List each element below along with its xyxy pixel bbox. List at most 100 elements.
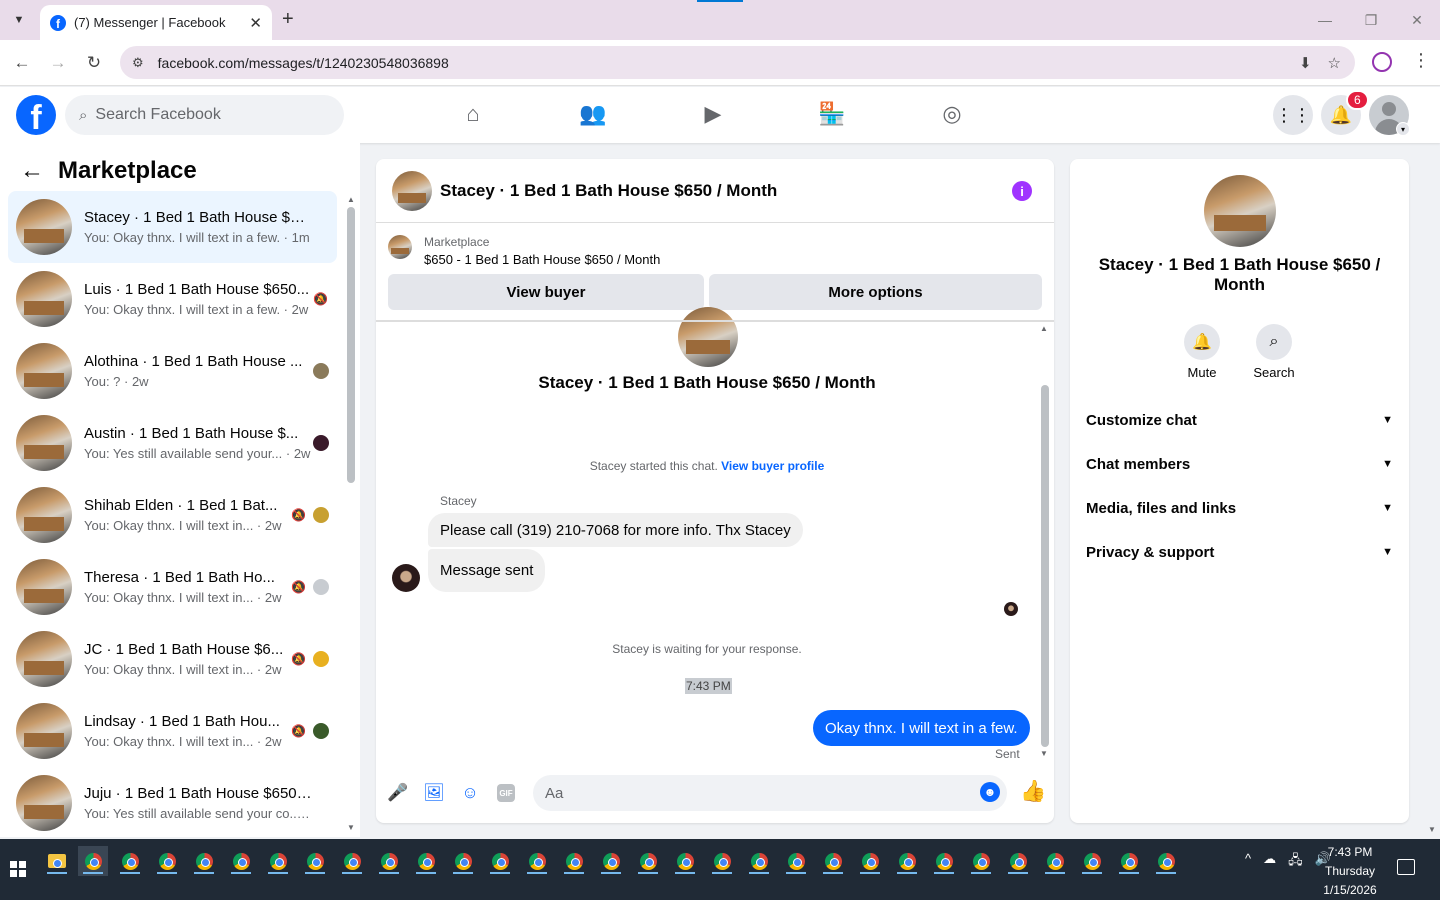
conversation-item[interactable]: Luis · 1 Bed 1 Bath House $650... You: O…	[8, 263, 337, 335]
bookmark-star-icon[interactable]: ☆	[1328, 54, 1341, 72]
chrome-icon[interactable]	[818, 846, 848, 876]
video-icon[interactable]: ▶	[698, 99, 728, 129]
account-chevron-icon[interactable]: ▾	[1396, 122, 1410, 136]
gif-icon[interactable]: GIF	[497, 784, 515, 802]
conversation-item[interactable]: Lindsay · 1 Bed 1 Bath Hou... You: Okay …	[8, 695, 337, 767]
sender-avatar[interactable]	[392, 564, 420, 592]
chrome-icon[interactable]	[337, 846, 367, 876]
tab-search-chevron-icon[interactable]: ▼	[8, 9, 30, 31]
onedrive-cloud-icon[interactable]: ☁	[1263, 851, 1276, 873]
photo-icon[interactable]: 🖼	[423, 782, 445, 804]
chrome-icon[interactable]	[1151, 846, 1181, 876]
back-arrow-icon[interactable]: ←	[20, 157, 44, 185]
conversation-item[interactable]: Juju · 1 Bed 1 Bath House $650 / ... You…	[8, 767, 337, 839]
emoji-icon[interactable]: ☻	[980, 782, 1000, 802]
chrome-icon[interactable]	[189, 846, 219, 876]
chrome-icon[interactable]	[1114, 846, 1144, 876]
chrome-icon[interactable]	[522, 846, 552, 876]
customize-chat-row[interactable]: Customize chat ▼	[1086, 398, 1393, 442]
conversation-item[interactable]: Austin · 1 Bed 1 Bath House $... You: Ye…	[8, 407, 337, 479]
chrome-icon[interactable]	[448, 846, 478, 876]
friends-icon[interactable]: 👥	[578, 99, 608, 129]
chrome-icon[interactable]	[929, 846, 959, 876]
chrome-icon[interactable]	[152, 846, 182, 876]
reload-icon[interactable]: ↻	[82, 51, 106, 75]
info-icon[interactable]: i	[1012, 181, 1032, 201]
search-input[interactable]: ⌕ Search Facebook	[65, 95, 344, 135]
new-tab-icon[interactable]: +	[282, 8, 294, 31]
home-icon[interactable]: ⌂	[458, 99, 488, 129]
view-buyer-button[interactable]: View buyer	[388, 274, 704, 310]
chrome-icon[interactable]	[892, 846, 922, 876]
view-buyer-profile-link[interactable]: View buyer profile	[721, 459, 824, 473]
incoming-message[interactable]: Please call (319) 210-7068 for more info…	[428, 513, 803, 547]
taskbar-app-icon[interactable]	[78, 846, 108, 876]
back-icon[interactable]: ←	[10, 51, 34, 75]
network-icon[interactable]: 🖧	[1288, 851, 1303, 873]
marketplace-icon[interactable]: 🏪	[817, 99, 847, 129]
facebook-logo-icon[interactable]: f	[16, 95, 56, 135]
browser-profile-icon[interactable]	[1372, 52, 1392, 72]
chrome-icon[interactable]	[263, 846, 293, 876]
more-options-button[interactable]: More options	[709, 274, 1042, 310]
action-center-icon[interactable]	[1397, 859, 1415, 875]
browser-menu-icon[interactable]: ⋮	[1412, 50, 1430, 71]
scroll-up-arrow-icon[interactable]: ▲	[347, 195, 355, 204]
sidebar-scrollbar[interactable]	[347, 207, 355, 483]
restore-icon[interactable]: ❐	[1348, 0, 1394, 40]
install-app-icon[interactable]: ⬇	[1299, 54, 1312, 72]
conversation-item[interactable]: Stacey · 1 Bed 1 Bath House $65... You: …	[8, 191, 337, 263]
groups-icon[interactable]: ◎	[937, 99, 967, 129]
show-hidden-icons-icon[interactable]: ^	[1245, 851, 1251, 873]
chrome-icon[interactable]	[596, 846, 626, 876]
conversation-item[interactable]: JC · 1 Bed 1 Bath House $6... You: Okay …	[8, 623, 337, 695]
windows-start-icon[interactable]	[10, 861, 26, 877]
chat-members-row[interactable]: Chat members ▼	[1086, 442, 1393, 486]
chrome-icon[interactable]	[781, 846, 811, 876]
chrome-icon[interactable]	[1003, 846, 1033, 876]
outgoing-message[interactable]: Okay thnx. I will text in a few.	[813, 710, 1030, 746]
chrome-icon[interactable]	[744, 846, 774, 876]
chrome-icon[interactable]	[226, 846, 256, 876]
chat-avatar[interactable]	[392, 170, 432, 211]
chrome-icon[interactable]	[966, 846, 996, 876]
microphone-icon[interactable]: 🎤	[387, 782, 409, 804]
search-chat-button[interactable]: ⌕ Search	[1244, 324, 1304, 380]
chrome-icon[interactable]	[855, 846, 885, 876]
privacy-support-row[interactable]: Privacy & support ▼	[1086, 530, 1393, 574]
listing-summary[interactable]: Marketplace $650 - 1 Bed 1 Bath House $6…	[388, 235, 660, 267]
chat-title[interactable]: Stacey · 1 Bed 1 Bath House $650 / Month	[440, 181, 777, 201]
conversation-item[interactable]: Theresa · 1 Bed 1 Bath Ho... You: Okay t…	[8, 551, 337, 623]
message-input[interactable]: Aa	[533, 775, 1007, 811]
chat-scrollbar[interactable]	[1041, 385, 1049, 747]
page-scroll-down-icon[interactable]: ▼	[1428, 825, 1436, 834]
chrome-icon[interactable]	[374, 846, 404, 876]
forward-icon[interactable]: →	[46, 51, 70, 75]
close-window-icon[interactable]: ✕	[1394, 0, 1440, 40]
file-explorer-icon[interactable]	[42, 846, 72, 876]
menu-grid-icon[interactable]: ⋮⋮	[1273, 95, 1313, 135]
chrome-icon[interactable]	[633, 846, 663, 876]
site-info-icon[interactable]: ⚙	[132, 55, 144, 71]
conversation-item[interactable]: Alothina · 1 Bed 1 Bath House ... You: ?…	[8, 335, 337, 407]
conversation-item[interactable]: Shihab Elden · 1 Bed 1 Bat... You: Okay …	[8, 479, 337, 551]
chrome-icon[interactable]	[670, 846, 700, 876]
chrome-icon[interactable]	[707, 846, 737, 876]
chrome-icon[interactable]	[1040, 846, 1070, 876]
chat-scroll-down-icon[interactable]: ▼	[1040, 749, 1048, 758]
media-files-links-row[interactable]: Media, files and links ▼	[1086, 486, 1393, 530]
url-field[interactable]: ⚙ facebook.com/messages/t/12402305480368…	[120, 46, 1355, 79]
mute-button[interactable]: 🔔 Mute	[1172, 324, 1232, 380]
thumbs-up-icon[interactable]: 👍	[1020, 780, 1046, 804]
chat-scroll-up-icon[interactable]: ▲	[1040, 324, 1048, 333]
browser-tab[interactable]: f (7) Messenger | Facebook ✕	[40, 5, 272, 40]
chrome-icon[interactable]	[411, 846, 441, 876]
taskbar-clock[interactable]: 7:43 PM Thursday 1/15/2026	[1318, 843, 1382, 900]
chrome-icon[interactable]	[559, 846, 589, 876]
scroll-down-arrow-icon[interactable]: ▼	[347, 823, 355, 832]
chrome-icon[interactable]	[115, 846, 145, 876]
incoming-message[interactable]: Message sent	[428, 549, 546, 592]
sticker-icon[interactable]: ☺	[459, 782, 481, 804]
minimize-icon[interactable]: —	[1302, 0, 1348, 40]
tab-close-icon[interactable]: ✕	[249, 14, 262, 32]
